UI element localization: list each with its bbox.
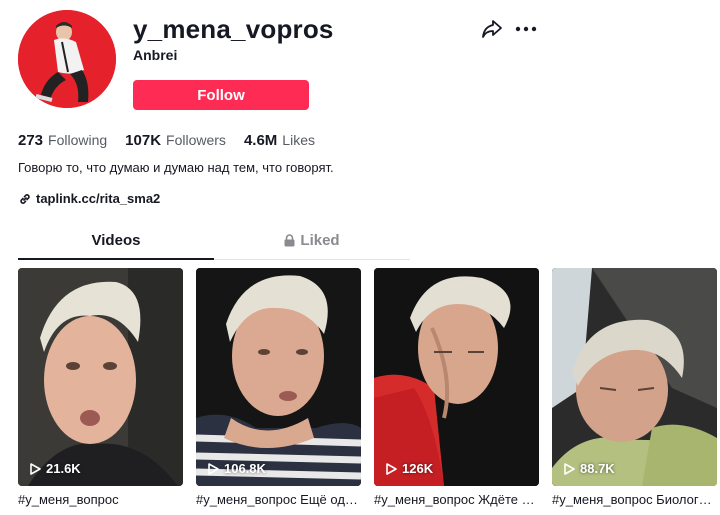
following-stat[interactable]: 273 Following (18, 132, 107, 149)
profile-link[interactable]: taplink.cc/rita_sma2 (18, 191, 160, 206)
follow-button[interactable]: Follow (133, 80, 309, 110)
username: y_mena_vopros (133, 14, 334, 44)
profile-page: y_mena_vopros Anbrei Follow 273 Followin… (0, 0, 720, 515)
video-thumbnail-image (18, 268, 183, 486)
video-thumbnail[interactable]: 106.8K (196, 268, 361, 486)
lock-icon (284, 234, 295, 247)
view-count: 88.7K (564, 461, 615, 476)
profile-tabs: Videos Liked (18, 232, 410, 260)
play-icon (30, 462, 41, 475)
view-count: 106.8K (208, 461, 266, 476)
view-count-text: 106.8K (224, 461, 266, 476)
nickname: Anbrei (133, 47, 178, 63)
view-count-text: 88.7K (580, 461, 615, 476)
view-count-text: 21.6K (46, 461, 81, 476)
followers-count: 107K (125, 132, 162, 149)
video-caption[interactable]: #у_меня_вопрос Ещё одна подборка (196, 492, 361, 507)
video-thumbnail-image (552, 268, 717, 486)
video-card[interactable]: 88.7K #у_меня_вопрос Биология и жизнь (552, 268, 717, 507)
video-thumbnail[interactable]: 126K (374, 268, 539, 486)
video-thumbnail[interactable]: 88.7K (552, 268, 717, 486)
bio-text: Говорю то, что думаю и думаю над тем, чт… (18, 160, 334, 175)
avatar-image (18, 10, 116, 108)
tab-liked[interactable]: Liked (214, 232, 410, 259)
likes-count: 4.6M (243, 132, 278, 149)
view-count-text: 126K (402, 461, 434, 476)
tab-videos-label: Videos (91, 232, 141, 249)
following-label: Following (48, 132, 108, 148)
more-icon[interactable] (514, 19, 538, 39)
play-icon (386, 462, 397, 475)
view-count: 21.6K (30, 461, 81, 476)
following-count: 273 (18, 132, 44, 149)
video-thumbnail-image (374, 268, 539, 486)
video-card[interactable]: 126K #у_меня_вопрос Ждёте продолжения (374, 268, 539, 507)
share-icon[interactable] (481, 19, 503, 39)
profile-stats: 273 Following 107K Followers 4.6M Likes (18, 132, 315, 149)
video-card[interactable]: 21.6K #у_меня_вопрос (18, 268, 183, 507)
play-icon (208, 462, 219, 475)
followers-label: Followers (166, 132, 226, 148)
video-caption[interactable]: #у_меня_вопрос (18, 492, 183, 507)
video-thumbnail[interactable]: 21.6K (18, 268, 183, 486)
avatar[interactable] (18, 10, 116, 108)
video-card[interactable]: 106.8K #у_меня_вопрос Ещё одна подборка (196, 268, 361, 507)
video-caption[interactable]: #у_меня_вопрос Биология и жизнь (552, 492, 717, 507)
likes-label: Likes (282, 132, 315, 148)
tab-liked-label: Liked (300, 232, 340, 249)
tab-videos[interactable]: Videos (18, 232, 214, 260)
likes-stat: 4.6M Likes (244, 132, 315, 149)
profile-link-text: taplink.cc/rita_sma2 (36, 191, 161, 206)
followers-stat[interactable]: 107K Followers (125, 132, 226, 149)
video-caption[interactable]: #у_меня_вопрос Ждёте продолжения (374, 492, 539, 507)
link-icon (20, 193, 30, 204)
view-count: 126K (386, 461, 433, 476)
play-icon (564, 462, 575, 475)
video-thumbnail-image (196, 268, 361, 486)
